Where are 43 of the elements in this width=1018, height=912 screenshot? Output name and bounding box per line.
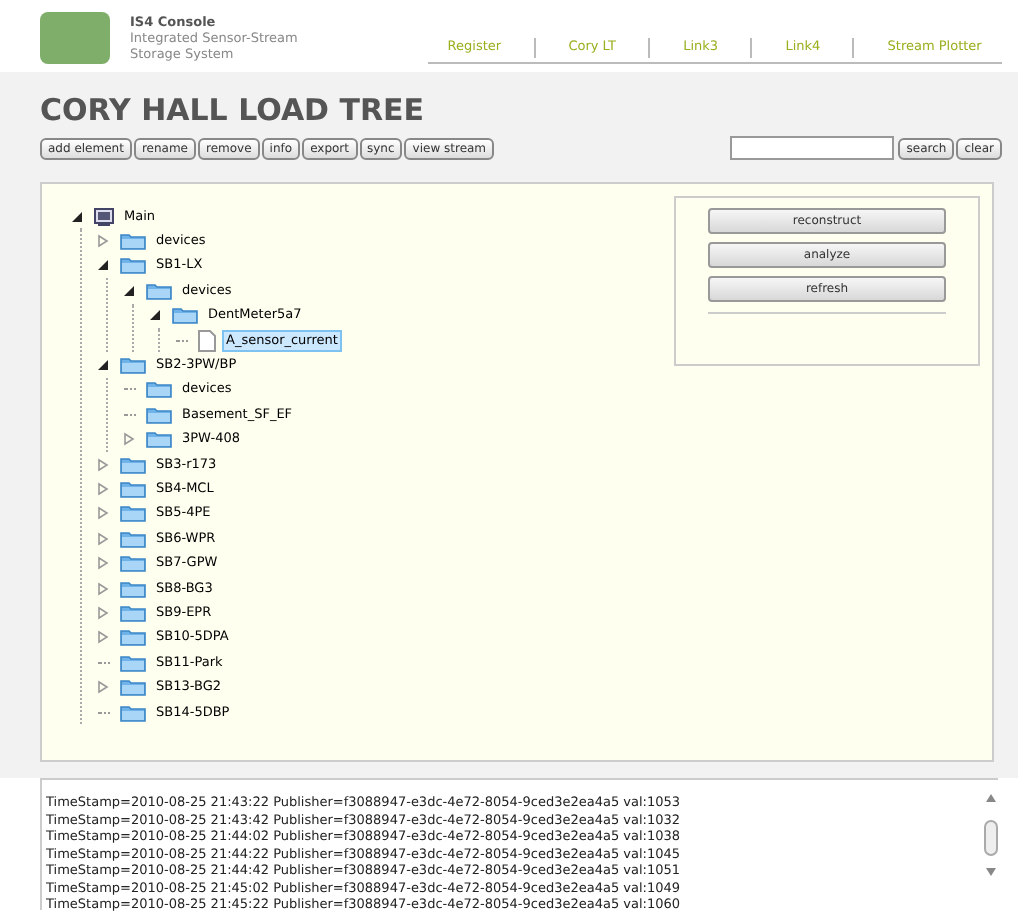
collapsed-toggle-icon[interactable] xyxy=(96,457,110,472)
expanded-toggle-icon[interactable] xyxy=(148,308,162,323)
folder-icon xyxy=(172,306,198,325)
scroll-down-icon[interactable] xyxy=(985,868,995,876)
scroll-thumb[interactable] xyxy=(983,820,997,856)
collapsed-toggle-icon[interactable] xyxy=(96,581,110,596)
collapsed-toggle-icon[interactable] xyxy=(122,432,136,447)
expanded-toggle-icon[interactable] xyxy=(122,283,136,298)
logo-picture xyxy=(40,12,110,64)
scroll-up-icon[interactable] xyxy=(985,794,995,802)
folder-icon xyxy=(120,256,146,275)
folder-icon xyxy=(146,430,172,449)
expanded-toggle-icon[interactable] xyxy=(96,258,110,273)
folder-icon xyxy=(120,678,146,697)
folder-icon xyxy=(120,232,146,251)
collapsed-toggle-icon[interactable] xyxy=(96,680,110,695)
collapsed-toggle-icon[interactable] xyxy=(96,605,110,620)
collapsed-toggle-icon[interactable] xyxy=(96,506,110,521)
file-icon xyxy=(198,329,216,352)
collapsed-toggle-icon[interactable] xyxy=(96,481,110,496)
folder-icon xyxy=(120,703,146,721)
expanded-toggle-icon[interactable] xyxy=(96,358,110,373)
expanded-toggle-icon[interactable] xyxy=(70,209,84,224)
folder-icon xyxy=(120,455,146,474)
folder-icon xyxy=(120,579,146,598)
collapsed-toggle-icon[interactable] xyxy=(96,234,110,249)
folder-icon xyxy=(146,281,172,300)
collapsed-toggle-icon[interactable] xyxy=(96,531,110,546)
folder-icon xyxy=(120,356,146,375)
folder-icon xyxy=(120,653,146,672)
search-field[interactable] xyxy=(730,136,895,160)
folder-icon xyxy=(120,504,146,523)
computer-icon xyxy=(94,207,114,226)
folder-icon xyxy=(120,628,146,647)
folder-icon xyxy=(120,603,146,622)
page-title: CORY HALL LOAD TREE xyxy=(40,92,427,128)
collapsed-toggle-icon[interactable] xyxy=(96,556,110,571)
folder-icon xyxy=(146,380,172,399)
folder-icon xyxy=(120,554,146,573)
folder-icon xyxy=(120,529,146,548)
folder-icon xyxy=(146,405,172,424)
collapsed-toggle-icon[interactable] xyxy=(96,630,110,645)
folder-icon xyxy=(120,479,146,498)
